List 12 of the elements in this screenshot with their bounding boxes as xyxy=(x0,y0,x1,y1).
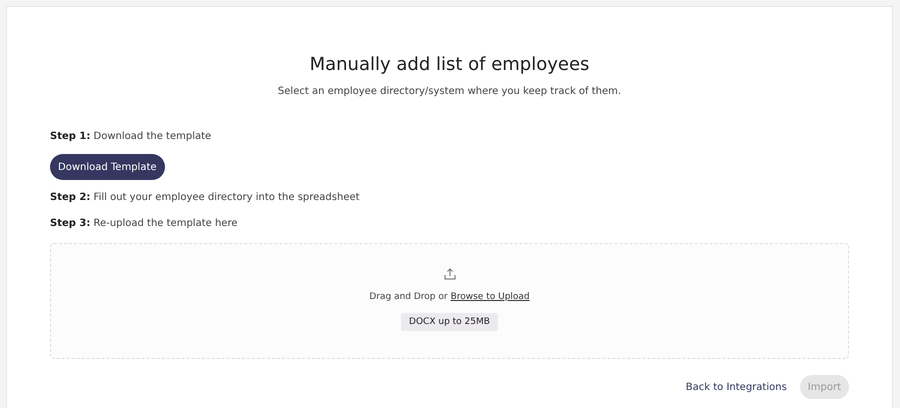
step-text: Step 2: Fill out your employee directory into the spreadsheet xyxy=(50,191,360,205)
upload-icon xyxy=(444,268,456,280)
upload-dropzone[interactable]: Drag and Drop or Browse to Upload DOCX up to 25MB xyxy=(50,243,849,359)
upload-prompt: Drag and Drop or xyxy=(369,292,448,302)
page-title: Manually add list of employees xyxy=(308,53,590,77)
back-link[interactable]: Back to Integrations xyxy=(686,382,787,392)
download-button[interactable]: Download Template xyxy=(50,154,165,180)
page-subtitle: Select an employee directory/system where you keep track of them. xyxy=(276,85,622,99)
step-text: Step 1: Download the template xyxy=(50,130,212,144)
browse-link[interactable]: Browse to Upload xyxy=(450,292,530,302)
step-text: Step 3: Re-upload the template here xyxy=(50,217,238,231)
file-type-hint: DOCX up to 25MB xyxy=(401,313,498,331)
